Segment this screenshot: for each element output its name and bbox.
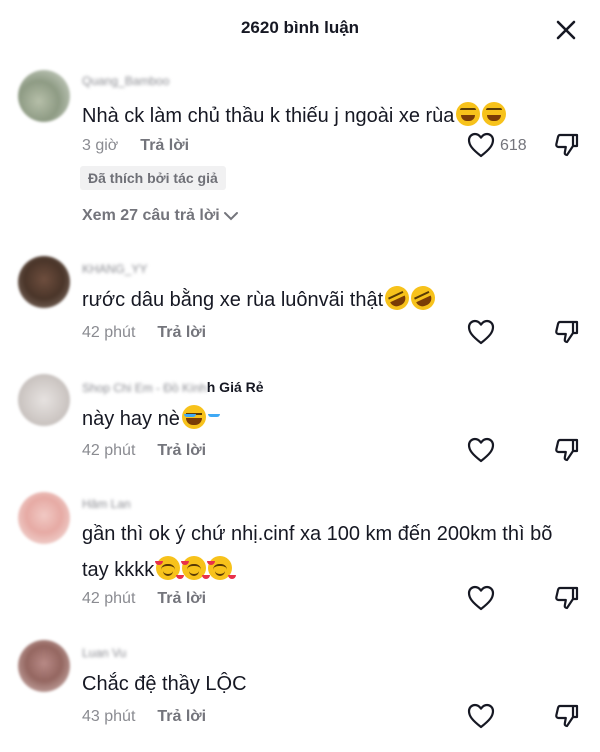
comment-meta: 43 phút Trả lời [82,708,206,726]
comment-text-content: Chắc đệ thầy LỘC [82,673,247,695]
reply-button[interactable]: Trả lời [157,708,206,725]
comment-username[interactable]: Luan Vu [82,646,126,660]
heart-outline-icon[interactable] [466,702,496,730]
thumbs-down-icon[interactable] [552,702,580,730]
comment-text: Chắc đệ thầy LỘC [82,666,562,702]
avatar[interactable] [18,640,70,692]
comment-time: 43 phút [82,708,136,725]
comment-item: Luan Vu Chắc đệ thầy LỘC 43 phút Trả lời [0,0,600,752]
